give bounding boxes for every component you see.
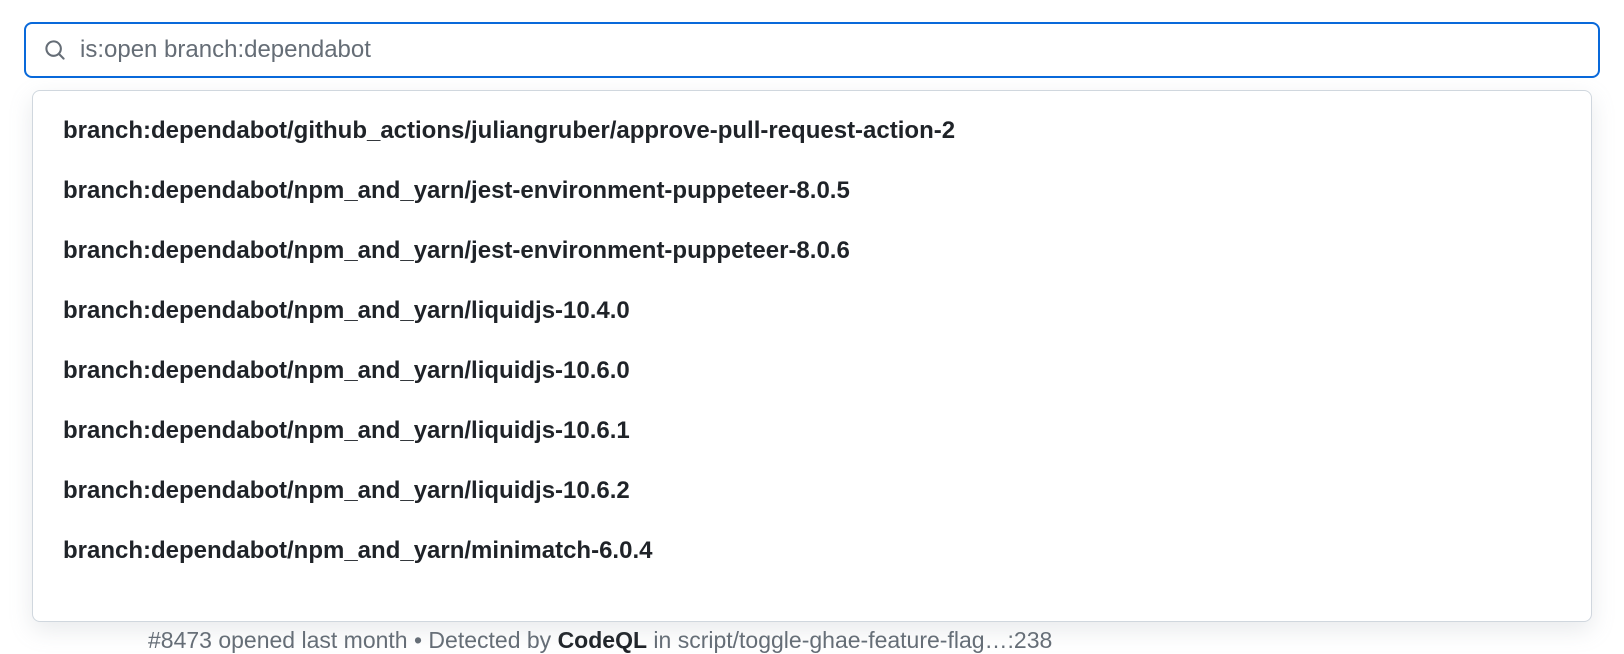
suggestion-item[interactable]: branch:dependabot/npm_and_yarn/liquidjs-… — [33, 401, 1591, 461]
suggestion-item[interactable]: branch:dependabot/npm_and_yarn/liquidjs-… — [33, 281, 1591, 341]
suggestion-item[interactable]: branch:dependabot/npm_and_yarn/liquidjs-… — [33, 461, 1591, 521]
autocomplete-dropdown[interactable]: branch:dependabot/github_actions/juliang… — [32, 90, 1592, 622]
search-container: branch:dependabot/github_actions/juliang… — [24, 22, 1600, 78]
suggestion-item[interactable]: branch:dependabot/npm_and_yarn/jest-envi… — [33, 161, 1591, 221]
suggestion-item[interactable]: branch:dependabot/npm_and_yarn/liquidjs-… — [33, 341, 1591, 401]
search-input[interactable] — [80, 36, 1580, 64]
search-box[interactable] — [24, 22, 1600, 78]
result-meta-suffix: in script/toggle-ghae-feature-flag…:238 — [647, 627, 1052, 653]
dropdown-list: branch:dependabot/github_actions/juliang… — [33, 91, 1591, 621]
result-detector-name: CodeQL — [558, 627, 647, 653]
background-result-meta: #8473 opened last month • Detected by Co… — [148, 627, 1052, 654]
suggestion-item[interactable]: branch:dependabot/github_actions/juliang… — [33, 101, 1591, 161]
suggestion-item[interactable]: branch:dependabot/npm_and_yarn/minimatch… — [33, 521, 1591, 581]
suggestion-item[interactable]: branch:dependabot/npm_and_yarn/jest-envi… — [33, 221, 1591, 281]
result-meta-prefix: #8473 opened last month • Detected by — [148, 627, 558, 653]
search-icon — [44, 39, 66, 61]
